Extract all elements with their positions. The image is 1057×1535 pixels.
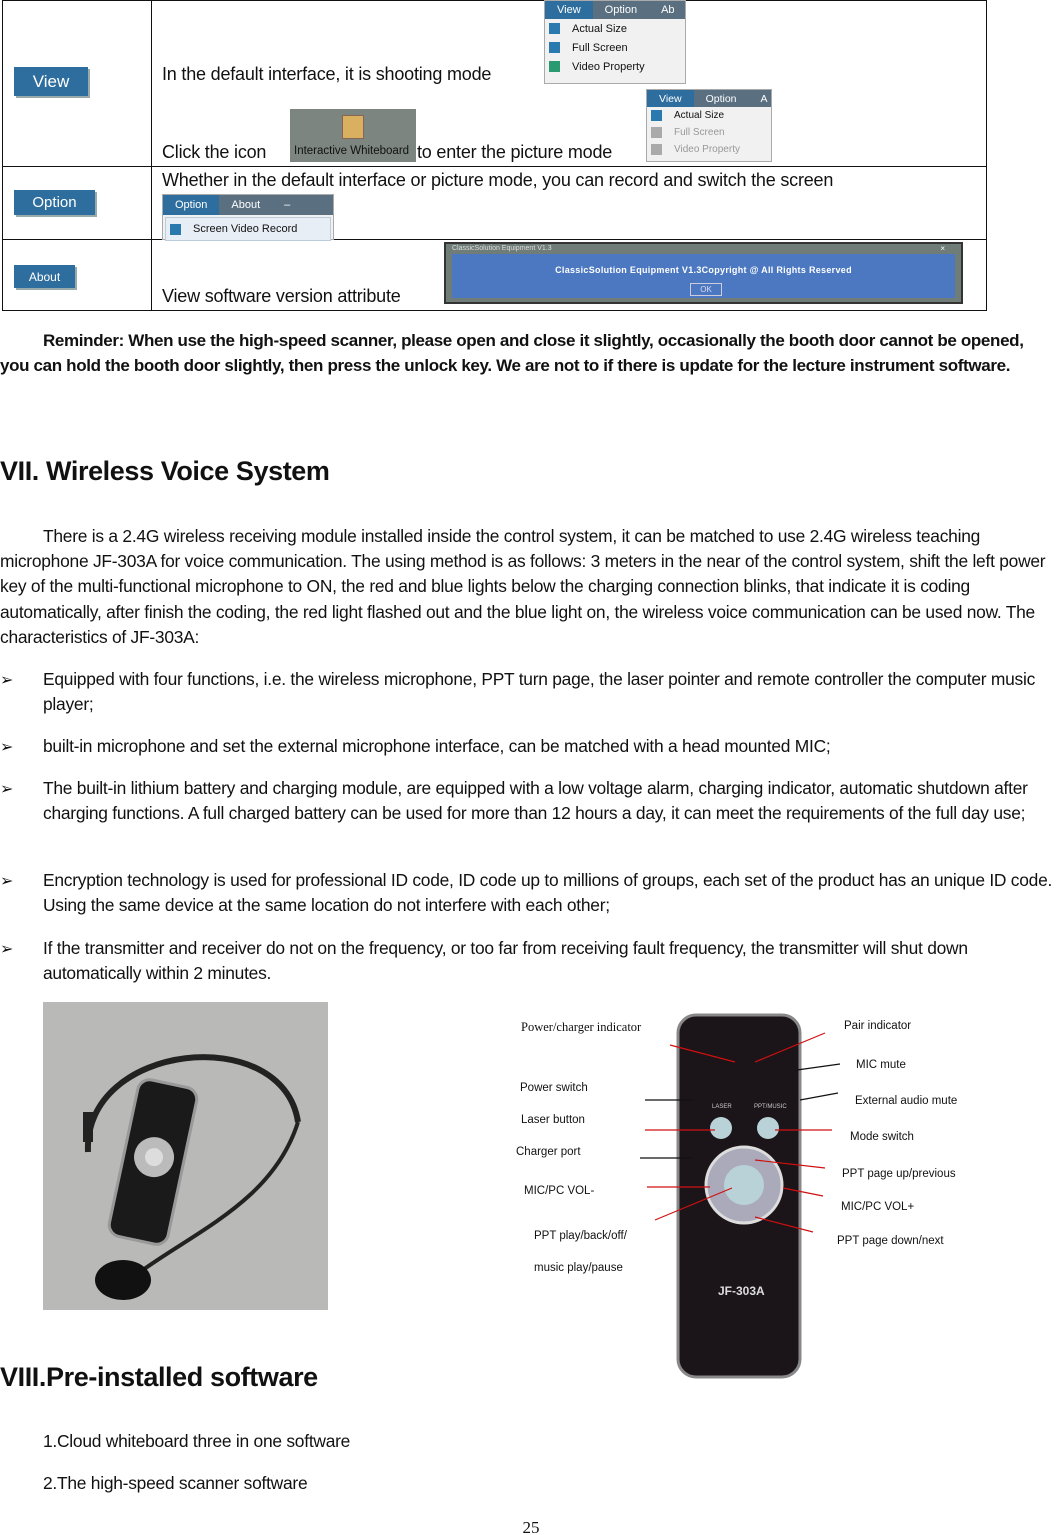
menu-item: Video Property — [647, 141, 771, 158]
diagram-label: Charger port — [516, 1146, 581, 1158]
about-dialog-screenshot: ClassicSolution Equipment V1.3 × Classic… — [444, 242, 963, 304]
full-screen-icon — [549, 42, 560, 53]
view-tab-button[interactable]: View — [14, 67, 88, 96]
diagram-label: PPT page down/next — [837, 1235, 944, 1247]
diagram-label: music play/pause — [534, 1262, 623, 1274]
interactive-whiteboard-icon: Interactive Whiteboard — [290, 109, 416, 162]
menu-item-label: Video Property — [674, 144, 740, 155]
menu-item: Actual Size — [647, 107, 771, 124]
arrowhead-bullet-icon: ➢ — [0, 941, 14, 958]
minimize-icon: – — [284, 199, 291, 211]
menu-item: Full Screen — [545, 38, 685, 57]
section-heading: VIII.Pre-installed software — [0, 1362, 318, 1392]
screen-record-icon — [170, 223, 181, 235]
option-menu-screenshot: Option About – Screen Video Record — [162, 194, 334, 241]
table-divider — [3, 239, 986, 240]
device-label: LASER — [712, 1104, 732, 1110]
menu-item: Full Screen — [647, 124, 771, 141]
menu-item: Video Property — [545, 57, 685, 76]
close-icon: × — [940, 244, 945, 253]
row-text: In the default interface, it is shooting… — [162, 64, 492, 84]
arrowhead-bullet-icon: ➢ — [0, 781, 14, 798]
actual-size-icon — [549, 23, 560, 34]
diagram-label: Mode switch — [850, 1131, 914, 1143]
dialog-text: ClassicSolution Equipment V1.3Copyright … — [555, 265, 852, 275]
row-text: to enter the picture mode — [417, 142, 613, 162]
ok-button: OK — [690, 283, 722, 296]
arrowhead-bullet-icon: ➢ — [0, 672, 14, 689]
menu-tab: Option — [604, 4, 638, 16]
microphone-diagram: LASER PPT/MUSIC JF-303A Power/charger in… — [500, 1000, 1000, 1390]
menu-item: Actual Size — [545, 19, 685, 38]
menu-tab: Option — [705, 92, 737, 105]
menu-tab: Ab — [661, 4, 675, 16]
row-text: Click the icon — [162, 142, 267, 162]
software-list-item: 1.Cloud whiteboard three in one software — [43, 1431, 351, 1451]
diagram-label: MIC/PC VOL+ — [841, 1201, 915, 1213]
menu-item-label: Actual Size — [674, 110, 725, 121]
diagram-label: Power/charger indicator — [521, 1020, 642, 1034]
row-text: Whether in the default interface or pict… — [162, 170, 834, 190]
menu-item-label: Video Property — [572, 60, 645, 73]
bullet-text: built-in microphone and set the external… — [43, 736, 831, 756]
intro-paragraph: There is a 2.4G wireless receiving modul… — [0, 526, 1046, 647]
diagram-label: PPT play/back/off/ — [534, 1230, 627, 1242]
view-menu-screenshot-picture-mode: View Option A Actual Size Full Screen Vide… — [646, 89, 772, 162]
full-screen-icon — [651, 127, 662, 138]
menu-item-label: Actual Size — [572, 22, 628, 35]
headset-microphone-photo — [43, 1002, 328, 1310]
arrowhead-bullet-icon: ➢ — [0, 739, 14, 756]
option-tab-button[interactable]: Option — [14, 190, 95, 215]
diagram-label: MIC mute — [856, 1059, 906, 1071]
menu-item-label: Full Screen — [572, 41, 628, 54]
bullet-text: If the transmitter and receiver do not o… — [43, 938, 968, 984]
table-divider — [3, 166, 986, 167]
bullet-text: Encryption technology is used for profes… — [43, 870, 1053, 916]
actual-size-icon — [651, 110, 662, 121]
diagram-label: Laser button — [521, 1114, 585, 1126]
arrowhead-bullet-icon: ➢ — [0, 873, 14, 890]
device-label: PPT/MUSIC — [754, 1104, 787, 1110]
menu-tab: About — [231, 199, 261, 211]
device-model-label: JF-303A — [718, 1284, 765, 1298]
view-menu-screenshot: View Option Ab Actual Size Full Screen Vid… — [544, 0, 686, 84]
diagram-label: External audio mute — [855, 1095, 958, 1107]
table-divider — [151, 1, 152, 310]
video-property-icon — [651, 144, 662, 155]
diagram-label: Power switch — [520, 1082, 588, 1094]
page-number: 25 — [522, 1518, 540, 1535]
diagram-label: PPT page up/previous — [842, 1168, 956, 1180]
reminder-text: Reminder: When use the high-speed scanne… — [0, 331, 1024, 376]
icon-label: Interactive Whiteboard — [294, 145, 410, 157]
about-tab-button[interactable]: About — [14, 265, 75, 288]
row-text: View software version attribute — [162, 286, 401, 306]
bullet-text: The built-in lithium battery and chargin… — [43, 778, 1028, 824]
diagram-label: MIC/PC VOL- — [524, 1185, 595, 1197]
menu-item: Screen Video Record — [165, 217, 331, 241]
software-list-item: 2.The high-speed scanner software — [43, 1473, 308, 1493]
menu-tab: View — [545, 1, 593, 19]
section-heading: VII. Wireless Voice System — [0, 456, 330, 486]
menu-tab: Option — [163, 195, 220, 215]
menu-tab: A — [760, 92, 768, 105]
document-page: View In the default interface, it is sho… — [0, 0, 1057, 1535]
bullet-text: Equipped with four functions, i.e. the w… — [43, 669, 1036, 715]
dialog-title: ClassicSolution Equipment V1.3 — [452, 245, 552, 252]
menu-tab: View — [647, 90, 694, 107]
video-property-icon — [549, 61, 560, 72]
diagram-label: Pair indicator — [844, 1020, 912, 1032]
menu-item-label: Screen Video Record — [193, 223, 298, 235]
menu-item-label: Full Screen — [674, 127, 725, 138]
